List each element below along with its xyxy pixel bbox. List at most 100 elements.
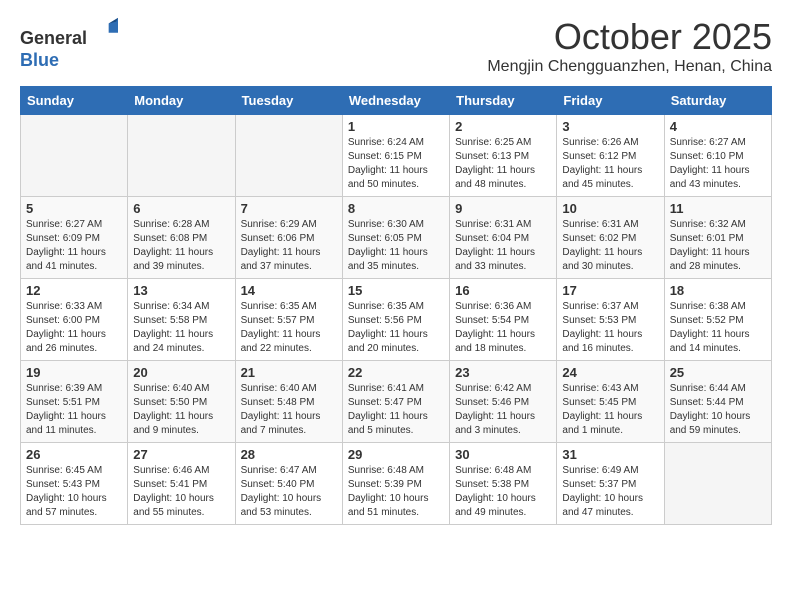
weekday-header-row: SundayMondayTuesdayWednesdayThursdayFrid… [21,87,772,115]
weekday-header-monday: Monday [128,87,235,115]
day-info: Sunrise: 6:45 AMSunset: 5:43 PMDaylight:… [26,464,122,520]
day-info: Sunrise: 6:34 AMSunset: 5:58 PMDaylight:… [133,300,229,356]
day-info: Sunrise: 6:24 AMSunset: 6:15 PMDaylight:… [348,136,444,192]
day-info: Sunrise: 6:40 AMSunset: 5:50 PMDaylight:… [133,382,229,438]
calendar-cell: 24 Sunrise: 6:43 AMSunset: 5:45 PMDayligh… [557,361,664,443]
day-info: Sunrise: 6:46 AMSunset: 5:41 PMDaylight:… [133,464,229,520]
day-number: 11 [670,201,766,216]
calendar-cell: 14 Sunrise: 6:35 AMSunset: 5:57 PMDayligh… [235,279,342,361]
calendar-cell: 15Sunrise: 6:35 AMSunset: 5:56 PMDayligh… [342,279,449,361]
day-info: Sunrise: 6:28 AMSunset: 6:08 PMDaylight:… [133,218,229,274]
day-number: 10 [562,201,658,216]
calendar-cell: 22Sunrise: 6:41 AMSunset: 5:47 PMDayligh… [342,361,449,443]
calendar-cell: 27 Sunrise: 6:46 AMSunset: 5:41 PMDayligh… [128,443,235,525]
calendar-cell: 2Sunrise: 6:25 AMSunset: 6:13 PMDaylight… [450,115,557,197]
day-number: 6 [133,201,229,216]
calendar-cell: 16 Sunrise: 6:36 AMSunset: 5:54 PMDayligh… [450,279,557,361]
calendar-cell: 19 Sunrise: 6:39 AMSunset: 5:51 PMDayligh… [21,361,128,443]
day-info: Sunrise: 6:27 AMSunset: 6:09 PMDaylight:… [26,218,122,274]
day-info: Sunrise: 6:31 AMSunset: 6:02 PMDaylight:… [562,218,658,274]
calendar-table: SundayMondayTuesdayWednesdayThursdayFrid… [20,86,772,525]
day-info: Sunrise: 6:40 AMSunset: 5:48 PMDaylight:… [241,382,337,438]
day-number: 19 [26,365,122,380]
calendar-cell: 4Sunrise: 6:27 AMSunset: 6:10 PMDaylight… [664,115,771,197]
day-number: 2 [455,119,551,134]
day-info: Sunrise: 6:39 AMSunset: 5:51 PMDaylight:… [26,382,122,438]
day-info: Sunrise: 6:49 AMSunset: 5:37 PMDaylight:… [562,464,658,520]
weekday-header-saturday: Saturday [664,87,771,115]
month-title: October 2025 [487,16,772,58]
calendar-week-4: 19 Sunrise: 6:39 AMSunset: 5:51 PMDayligh… [21,361,772,443]
day-info: Sunrise: 6:31 AMSunset: 6:04 PMDaylight:… [455,218,551,274]
day-info: Sunrise: 6:27 AMSunset: 6:10 PMDaylight:… [670,136,766,192]
calendar-cell: 21Sunrise: 6:40 AMSunset: 5:48 PMDayligh… [235,361,342,443]
calendar-cell: 20 Sunrise: 6:40 AMSunset: 5:50 PMDayligh… [128,361,235,443]
logo-icon [90,16,118,44]
day-info: Sunrise: 6:43 AMSunset: 5:45 PMDaylight:… [562,382,658,438]
calendar-cell: 28 Sunrise: 6:47 AMSunset: 5:40 PMDayligh… [235,443,342,525]
logo: General Blue [20,16,118,71]
calendar-cell [128,115,235,197]
calendar-cell: 9Sunrise: 6:31 AMSunset: 6:04 PMDaylight… [450,197,557,279]
calendar-cell [21,115,128,197]
page-header: General Blue October 2025 Mengjin Chengg… [20,16,772,76]
location-title: Mengjin Chengguanzhen, Henan, China [487,58,772,76]
calendar-cell: 29 Sunrise: 6:48 AMSunset: 5:39 PMDayligh… [342,443,449,525]
day-number: 30 [455,447,551,462]
day-info: Sunrise: 6:48 AMSunset: 5:38 PMDaylight:… [455,464,551,520]
calendar-cell: 17 Sunrise: 6:37 AMSunset: 5:53 PMDayligh… [557,279,664,361]
day-info: Sunrise: 6:42 AMSunset: 5:46 PMDaylight:… [455,382,551,438]
calendar-cell: 31Sunrise: 6:49 AMSunset: 5:37 PMDayligh… [557,443,664,525]
calendar-cell: 26 Sunrise: 6:45 AMSunset: 5:43 PMDayligh… [21,443,128,525]
day-number: 8 [348,201,444,216]
logo-general: General [20,28,87,48]
day-number: 20 [133,365,229,380]
day-info: Sunrise: 6:37 AMSunset: 5:53 PMDaylight:… [562,300,658,356]
calendar-week-3: 12Sunrise: 6:33 AMSunset: 6:00 PMDayligh… [21,279,772,361]
calendar-cell: 23 Sunrise: 6:42 AMSunset: 5:46 PMDayligh… [450,361,557,443]
calendar-cell: 3Sunrise: 6:26 AMSunset: 6:12 PMDaylight… [557,115,664,197]
day-number: 29 [348,447,444,462]
day-info: Sunrise: 6:32 AMSunset: 6:01 PMDaylight:… [670,218,766,274]
calendar-cell: 8 Sunrise: 6:30 AMSunset: 6:05 PMDaylight… [342,197,449,279]
day-info: Sunrise: 6:35 AMSunset: 5:57 PMDaylight:… [241,300,337,356]
day-number: 27 [133,447,229,462]
calendar-cell [235,115,342,197]
title-block: October 2025 Mengjin Chengguanzhen, Hena… [487,16,772,76]
calendar-cell: 6 Sunrise: 6:28 AMSunset: 6:08 PMDaylight… [128,197,235,279]
day-number: 25 [670,365,766,380]
day-number: 13 [133,283,229,298]
calendar-cell: 5 Sunrise: 6:27 AMSunset: 6:09 PMDaylight… [21,197,128,279]
calendar-week-1: 1 Sunrise: 6:24 AMSunset: 6:15 PMDaylight… [21,115,772,197]
day-number: 28 [241,447,337,462]
day-number: 1 [348,119,444,134]
calendar-week-5: 26 Sunrise: 6:45 AMSunset: 5:43 PMDayligh… [21,443,772,525]
day-info: Sunrise: 6:36 AMSunset: 5:54 PMDaylight:… [455,300,551,356]
day-info: Sunrise: 6:29 AMSunset: 6:06 PMDaylight:… [241,218,337,274]
calendar-cell: 1 Sunrise: 6:24 AMSunset: 6:15 PMDaylight… [342,115,449,197]
calendar-cell: 7Sunrise: 6:29 AMSunset: 6:06 PMDaylight… [235,197,342,279]
day-info: Sunrise: 6:41 AMSunset: 5:47 PMDaylight:… [348,382,444,438]
day-number: 17 [562,283,658,298]
calendar-cell: 30 Sunrise: 6:48 AMSunset: 5:38 PMDayligh… [450,443,557,525]
calendar-cell: 12Sunrise: 6:33 AMSunset: 6:00 PMDayligh… [21,279,128,361]
weekday-header-wednesday: Wednesday [342,87,449,115]
day-info: Sunrise: 6:44 AMSunset: 5:44 PMDaylight:… [670,382,766,438]
calendar-cell [664,443,771,525]
day-number: 3 [562,119,658,134]
day-info: Sunrise: 6:35 AMSunset: 5:56 PMDaylight:… [348,300,444,356]
day-info: Sunrise: 6:30 AMSunset: 6:05 PMDaylight:… [348,218,444,274]
day-number: 23 [455,365,551,380]
calendar-week-2: 5 Sunrise: 6:27 AMSunset: 6:09 PMDaylight… [21,197,772,279]
day-number: 5 [26,201,122,216]
weekday-header-tuesday: Tuesday [235,87,342,115]
day-number: 26 [26,447,122,462]
calendar-cell: 18Sunrise: 6:38 AMSunset: 5:52 PMDayligh… [664,279,771,361]
day-info: Sunrise: 6:47 AMSunset: 5:40 PMDaylight:… [241,464,337,520]
day-number: 16 [455,283,551,298]
calendar-cell: 25 Sunrise: 6:44 AMSunset: 5:44 PMDayligh… [664,361,771,443]
day-number: 24 [562,365,658,380]
day-info: Sunrise: 6:48 AMSunset: 5:39 PMDaylight:… [348,464,444,520]
calendar-cell: 11 Sunrise: 6:32 AMSunset: 6:01 PMDayligh… [664,197,771,279]
day-number: 14 [241,283,337,298]
